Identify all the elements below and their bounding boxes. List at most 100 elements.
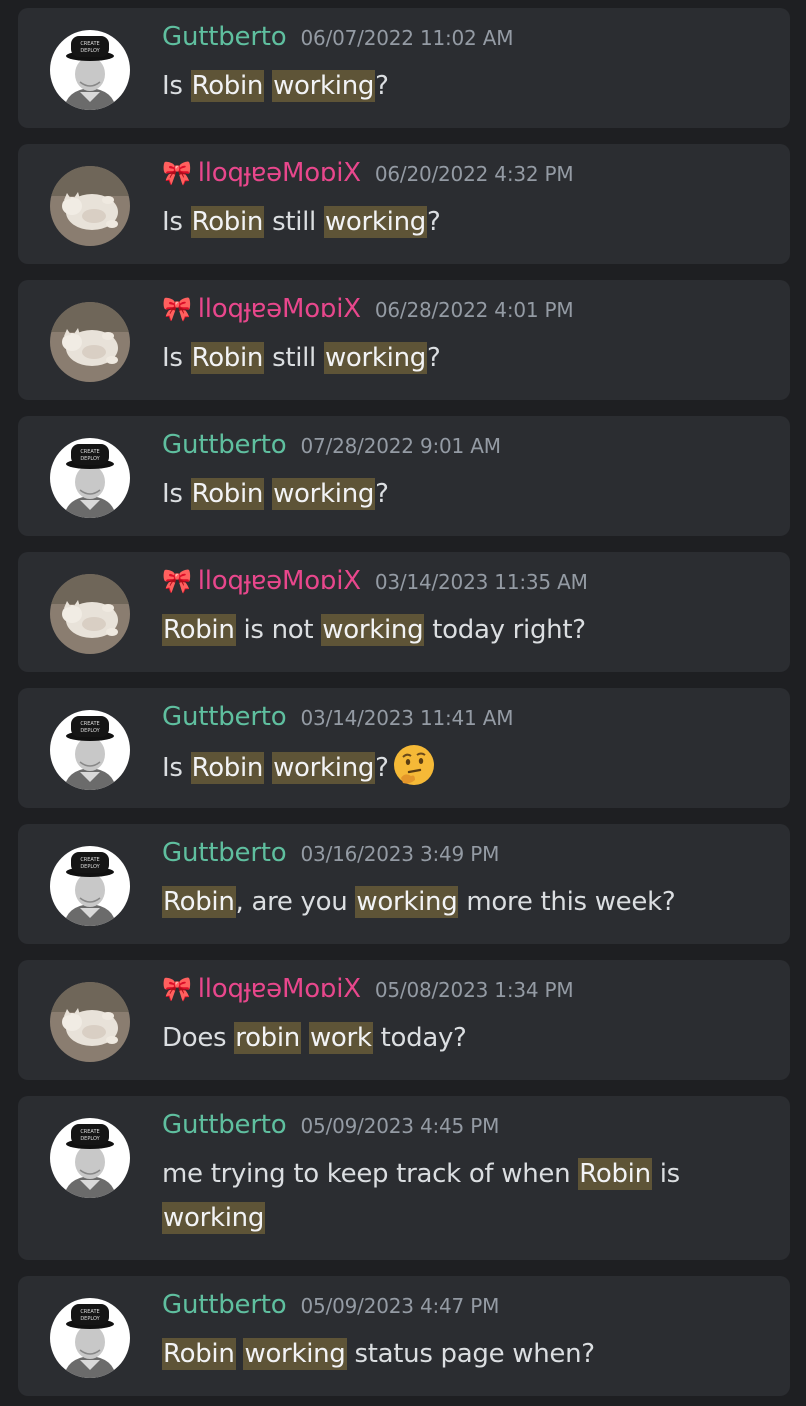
username[interactable]: Guttberto (162, 22, 287, 52)
svg-text:DEPLOY: DEPLOY (80, 456, 100, 462)
user-avatar[interactable]: CREATE DEPLOY (50, 438, 130, 518)
username-text: Guttberto (162, 430, 287, 460)
user-avatar[interactable]: CREATE DEPLOY (50, 30, 130, 110)
thinking-face-emoji (393, 745, 434, 785)
message-result-card[interactable]: 🎀 lloqɟɐəMoɒiX 05/08/2023 1:34 PM Does robi… (18, 960, 790, 1080)
message-text: Is (162, 753, 191, 783)
user-avatar[interactable]: CREATE DEPLOY (50, 846, 130, 926)
search-highlight: working (272, 478, 376, 510)
search-highlight: working (323, 342, 427, 374)
search-highlight: Robin (190, 206, 265, 238)
username[interactable]: 🎀 lloqɟɐəMoɒiX (162, 974, 361, 1004)
search-results-list: CREATE DEPLOY Guttberto 06/07/2022 11:02 … (0, 0, 806, 1406)
message-text: today? (372, 1023, 467, 1053)
ribbon-bow-icon: 🎀 (162, 567, 192, 595)
message-header: Guttberto 06/07/2022 11:02 AM (162, 22, 513, 52)
message-text: Does (162, 1023, 235, 1053)
message-content: Robin is not working today right? (162, 608, 772, 652)
svg-text:CREATE: CREATE (80, 857, 99, 863)
message-text: status page when? (346, 1339, 595, 1369)
message-header: 🎀 lloqɟɐəMoɒiX 06/28/2022 4:01 PM (162, 294, 574, 324)
username[interactable]: 🎀 lloqɟɐəMoɒiX (162, 158, 361, 188)
message-text (264, 71, 272, 101)
user-avatar[interactable]: CREATE DEPLOY (50, 1118, 130, 1198)
search-highlight: robin (234, 1022, 301, 1054)
message-result-card[interactable]: 🎀 lloqɟɐəMoɒiX 06/28/2022 4:01 PM Is Robin … (18, 280, 790, 400)
search-highlight: Robin (190, 478, 265, 510)
user-avatar[interactable]: CREATE DEPLOY (50, 1298, 130, 1378)
message-timestamp: 06/07/2022 11:02 AM (300, 26, 514, 50)
username[interactable]: Guttberto (162, 838, 287, 868)
message-text: Is (162, 343, 191, 373)
message-timestamp: 05/09/2023 4:47 PM (300, 1294, 500, 1318)
user-avatar[interactable] (50, 574, 130, 654)
username[interactable]: Guttberto (162, 1110, 287, 1140)
message-text (264, 479, 272, 509)
message-text: still (264, 343, 324, 373)
username-text: Guttberto (162, 1110, 287, 1140)
svg-text:CREATE: CREATE (80, 41, 99, 47)
message-content: Robin working status page when? (162, 1332, 772, 1376)
message-timestamp: 05/09/2023 4:45 PM (300, 1114, 500, 1138)
message-result-card[interactable]: 🎀 lloqɟɐəMoɒiX 03/14/2023 11:35 AM Robin is… (18, 552, 790, 672)
svg-text:CREATE: CREATE (80, 721, 99, 727)
user-avatar[interactable] (50, 302, 130, 382)
message-content: me trying to keep track of when Robin is… (162, 1152, 772, 1240)
search-highlight: Robin (162, 1338, 236, 1370)
message-content: Is Robin still working? (162, 200, 772, 244)
search-highlight: Robin (578, 1158, 652, 1190)
username[interactable]: 🎀 lloqɟɐəMoɒiX (162, 294, 361, 324)
message-timestamp: 03/16/2023 3:49 PM (300, 842, 500, 866)
message-timestamp: 03/14/2023 11:35 AM (374, 570, 588, 594)
search-highlight: Robin (190, 342, 265, 374)
message-content: Robin, are you working more this week? (162, 880, 772, 924)
username[interactable]: Guttberto (162, 1290, 287, 1320)
message-text: is not (235, 615, 322, 645)
username[interactable]: Guttberto (162, 430, 287, 460)
message-result-card[interactable]: CREATE DEPLOY Guttberto 05/09/2023 4:45 P… (18, 1096, 790, 1260)
username-text: Guttberto (162, 1290, 287, 1320)
user-avatar[interactable] (50, 982, 130, 1062)
message-timestamp: 06/20/2022 4:32 PM (374, 162, 574, 186)
message-header: Guttberto 05/09/2023 4:45 PM (162, 1110, 499, 1140)
message-text: ? (375, 753, 389, 783)
search-highlight: working (355, 886, 459, 918)
message-result-card[interactable]: CREATE DEPLOY Guttberto 03/16/2023 3:49 P… (18, 824, 790, 944)
user-avatar[interactable] (50, 166, 130, 246)
search-highlight: working (323, 206, 427, 238)
username-text: Guttberto (162, 838, 287, 868)
message-result-card[interactable]: CREATE DEPLOY Guttberto 03/14/2023 11:41 … (18, 688, 790, 808)
ribbon-bow-icon: 🎀 (162, 975, 192, 1003)
message-content: Is Robin working? (162, 744, 772, 790)
message-text: ? (375, 71, 389, 101)
search-highlight: working (321, 614, 425, 646)
search-highlight: work (308, 1022, 373, 1054)
message-timestamp: 07/28/2022 9:01 AM (300, 434, 501, 458)
message-header: Guttberto 07/28/2022 9:01 AM (162, 430, 501, 460)
svg-text:CREATE: CREATE (80, 449, 99, 455)
message-result-card[interactable]: 🎀 lloqɟɐəMoɒiX 06/20/2022 4:32 PM Is Robin … (18, 144, 790, 264)
search-highlight: Robin (190, 70, 265, 102)
user-avatar[interactable]: CREATE DEPLOY (50, 710, 130, 790)
message-text: more this week? (458, 887, 676, 917)
username-text: lloqɟɐəMoɒiX (197, 158, 361, 188)
message-text: today right? (424, 615, 586, 645)
message-text: Is (162, 207, 191, 237)
search-highlight: Robin (190, 752, 265, 784)
message-result-card[interactable]: CREATE DEPLOY Guttberto 06/07/2022 11:02 … (18, 8, 790, 128)
message-timestamp: 05/08/2023 1:34 PM (374, 978, 574, 1002)
username-text: Guttberto (162, 22, 287, 52)
message-text: , are you (235, 887, 356, 917)
username-text: Guttberto (162, 702, 287, 732)
message-result-card[interactable]: CREATE DEPLOY Guttberto 05/09/2023 4:47 P… (18, 1276, 790, 1396)
username[interactable]: 🎀 lloqɟɐəMoɒiX (162, 566, 361, 596)
message-text: Is (162, 71, 191, 101)
username[interactable]: Guttberto (162, 702, 287, 732)
svg-text:DEPLOY: DEPLOY (80, 864, 100, 870)
message-header: Guttberto 03/16/2023 3:49 PM (162, 838, 499, 868)
message-header: Guttberto 03/14/2023 11:41 AM (162, 702, 513, 732)
message-text: Is (162, 479, 191, 509)
message-result-card[interactable]: CREATE DEPLOY Guttberto 07/28/2022 9:01 A… (18, 416, 790, 536)
message-text (264, 753, 272, 783)
ribbon-bow-icon: 🎀 (162, 295, 192, 323)
